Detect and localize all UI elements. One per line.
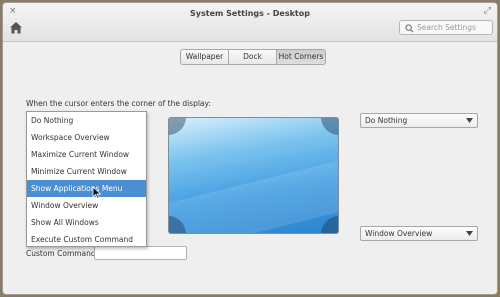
menu-item-minimize-current-window[interactable]: Minimize Current Window — [27, 163, 146, 180]
maximize-button[interactable]: ⤢ — [484, 6, 491, 16]
wallpaper-streak — [169, 152, 338, 233]
tab-hot-corners[interactable]: Hot Corners — [277, 50, 325, 64]
corner-bottom-right[interactable] — [321, 216, 338, 233]
tab-bar: Wallpaper Dock Hot Corners — [180, 49, 326, 65]
menu-item-maximize-current-window[interactable]: Maximize Current Window — [27, 146, 146, 163]
title-bar: × System Settings - Desktop ⤢ — [3, 3, 497, 42]
search-input[interactable] — [417, 22, 489, 33]
tab-dock[interactable]: Dock — [229, 50, 277, 64]
window-title: System Settings - Desktop — [190, 9, 310, 18]
search-icon — [405, 24, 414, 33]
corner-action-menu: Do Nothing Workspace Overview Maximize C… — [26, 111, 147, 247]
corner-top-left[interactable] — [169, 118, 186, 135]
settings-window: × System Settings - Desktop ⤢ Wallpaper … — [2, 2, 498, 295]
screen-preview — [168, 117, 339, 234]
top-right-corner-dropdown[interactable]: Do Nothing — [360, 113, 478, 128]
chevron-down-icon — [466, 118, 473, 123]
menu-item-workspace-overview[interactable]: Workspace Overview — [27, 129, 146, 146]
mouse-pointer-icon — [92, 186, 102, 199]
chevron-down-icon — [466, 231, 473, 236]
menu-item-show-all-windows[interactable]: Show All Windows — [27, 214, 146, 231]
menu-item-window-overview[interactable]: Window Overview — [27, 197, 146, 214]
hot-corners-instruction: When the cursor enters the corner of the… — [26, 99, 211, 108]
menu-item-show-applications-menu[interactable]: Show Applications Menu — [27, 180, 146, 197]
search-box[interactable] — [399, 20, 493, 35]
dropdown-value: Do Nothing — [365, 116, 408, 125]
custom-command-label: Custom Command: — [26, 249, 99, 258]
home-icon — [10, 22, 22, 34]
dropdown-value: Window Overview — [365, 229, 433, 238]
home-button[interactable] — [9, 21, 23, 35]
custom-command-input[interactable] — [94, 246, 187, 260]
menu-item-do-nothing[interactable]: Do Nothing — [27, 112, 146, 129]
menu-item-execute-custom-command[interactable]: Execute Custom Command — [27, 231, 146, 248]
bottom-right-corner-dropdown[interactable]: Window Overview — [360, 226, 478, 241]
tab-wallpaper[interactable]: Wallpaper — [181, 50, 229, 64]
corner-top-right[interactable] — [321, 118, 338, 135]
